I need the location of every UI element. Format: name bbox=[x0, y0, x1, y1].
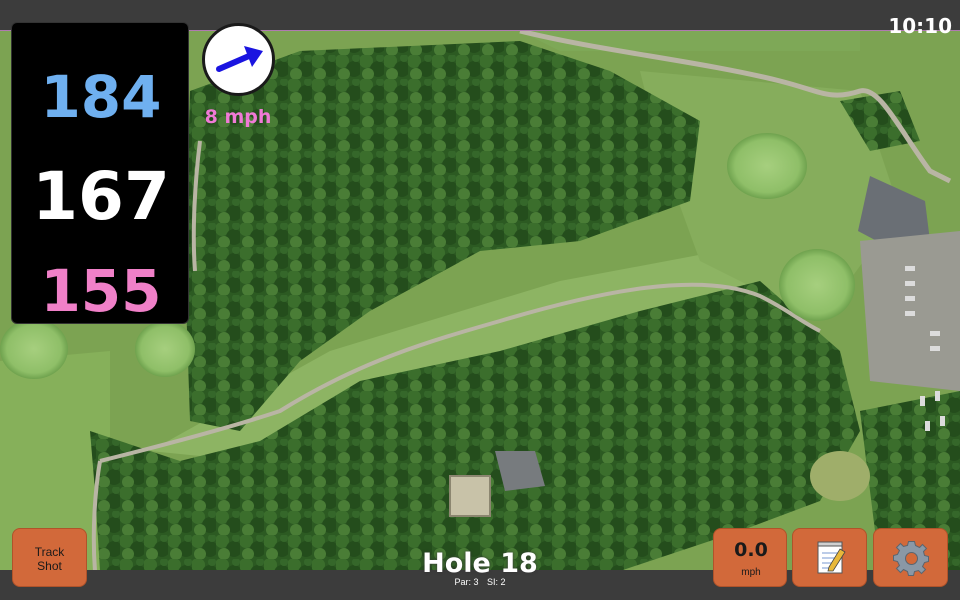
speed-value: 0.0 bbox=[734, 539, 768, 561]
notepad-icon bbox=[817, 541, 846, 574]
gear-icon bbox=[893, 541, 929, 576]
clock: 10:10 bbox=[888, 14, 952, 38]
hole-info: Par: 3 SI: 2 bbox=[400, 577, 560, 587]
track-shot-button[interactable]: Track Shot bbox=[12, 528, 87, 587]
center-yardage: 167 bbox=[32, 158, 170, 235]
hole-title: Hole 18 bbox=[422, 548, 538, 579]
back-yardage: 184 bbox=[40, 63, 162, 131]
wind-speed-label: 8 mph bbox=[204, 106, 272, 128]
speed-button[interactable]: 0.0 mph bbox=[713, 528, 787, 587]
front-yardage: 155 bbox=[40, 257, 162, 325]
hole-stroke-index: SI: 2 bbox=[487, 577, 506, 587]
wind-direction-indicator bbox=[202, 23, 275, 96]
track-shot-label-line2: Shot bbox=[37, 559, 62, 573]
settings-button[interactable] bbox=[873, 528, 948, 587]
yardage-panel: 184 167 155 bbox=[11, 22, 189, 325]
gps-screen: 10:10 184 167 155 8 mph Track Shot Hole … bbox=[0, 0, 960, 600]
notes-button[interactable] bbox=[792, 528, 867, 587]
wind-arrow-icon bbox=[216, 46, 263, 72]
speed-unit: mph bbox=[741, 567, 761, 578]
hole-par: Par: 3 bbox=[454, 577, 479, 587]
track-shot-label-line1: Track bbox=[34, 545, 65, 559]
